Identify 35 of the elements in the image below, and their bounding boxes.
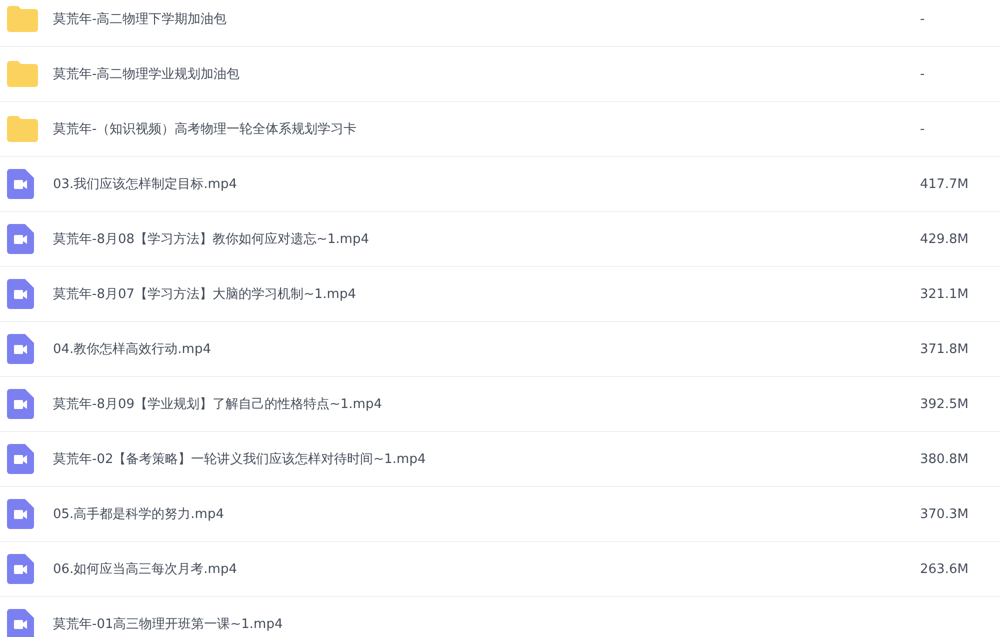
video-file-icon bbox=[7, 334, 34, 364]
folder-icon bbox=[7, 61, 38, 87]
folder-icon bbox=[7, 6, 38, 32]
file-name[interactable]: 莫荒年-高二物理下学期加油包 bbox=[53, 10, 920, 28]
file-name[interactable]: 莫荒年-8月09【学业规划】了解自己的性格特点~1.mp4 bbox=[53, 395, 920, 413]
file-name[interactable]: 06.如何应当高三每次月考.mp4 bbox=[53, 560, 920, 578]
file-size: 371.8M bbox=[920, 342, 970, 356]
video-file-icon bbox=[7, 279, 34, 309]
file-size: 392.5M bbox=[920, 396, 970, 412]
file-name[interactable]: 莫荒年-8月08【学习方法】教你如何应对遗忘~1.mp4 bbox=[53, 230, 920, 248]
video-file-icon bbox=[7, 389, 34, 419]
file-size: 321.1M bbox=[920, 286, 970, 302]
folder-icon bbox=[7, 116, 38, 142]
file-size: - bbox=[920, 66, 926, 82]
file-size: - bbox=[920, 12, 926, 26]
file-name[interactable]: 莫荒年-高二物理学业规划加油包 bbox=[53, 65, 920, 83]
file-size: 370.3M bbox=[920, 506, 970, 522]
file-name[interactable]: 莫荒年-01高三物理开班第一课~1.mp4 bbox=[53, 615, 920, 633]
file-name[interactable]: 03.我们应该怎样制定目标.mp4 bbox=[53, 175, 920, 193]
file-name[interactable]: 莫荒年-8月07【学习方法】大脑的学习机制~1.mp4 bbox=[53, 285, 920, 303]
file-size: 380.8M bbox=[920, 452, 970, 466]
file-size: - bbox=[920, 122, 926, 136]
file-size: 429.8M bbox=[920, 232, 970, 246]
video-file-icon bbox=[7, 224, 34, 254]
video-file-icon bbox=[7, 499, 34, 529]
video-file-icon bbox=[7, 554, 34, 584]
file-size: 417.7M bbox=[920, 176, 970, 192]
video-file-icon bbox=[7, 609, 34, 637]
video-file-icon bbox=[7, 444, 34, 474]
file-name[interactable]: 莫荒年-（知识视频）高考物理一轮全体系规划学习卡 bbox=[53, 120, 920, 138]
file-name[interactable]: 莫荒年-02【备考策略】一轮讲义我们应该怎样对待时间~1.mp4 bbox=[53, 450, 920, 468]
video-file-icon bbox=[7, 169, 34, 199]
file-name[interactable]: 05.高手都是科学的努力.mp4 bbox=[53, 505, 920, 523]
file-size: 263.6M bbox=[920, 562, 970, 576]
file-name[interactable]: 04.教你怎样高效行动.mp4 bbox=[53, 340, 920, 358]
